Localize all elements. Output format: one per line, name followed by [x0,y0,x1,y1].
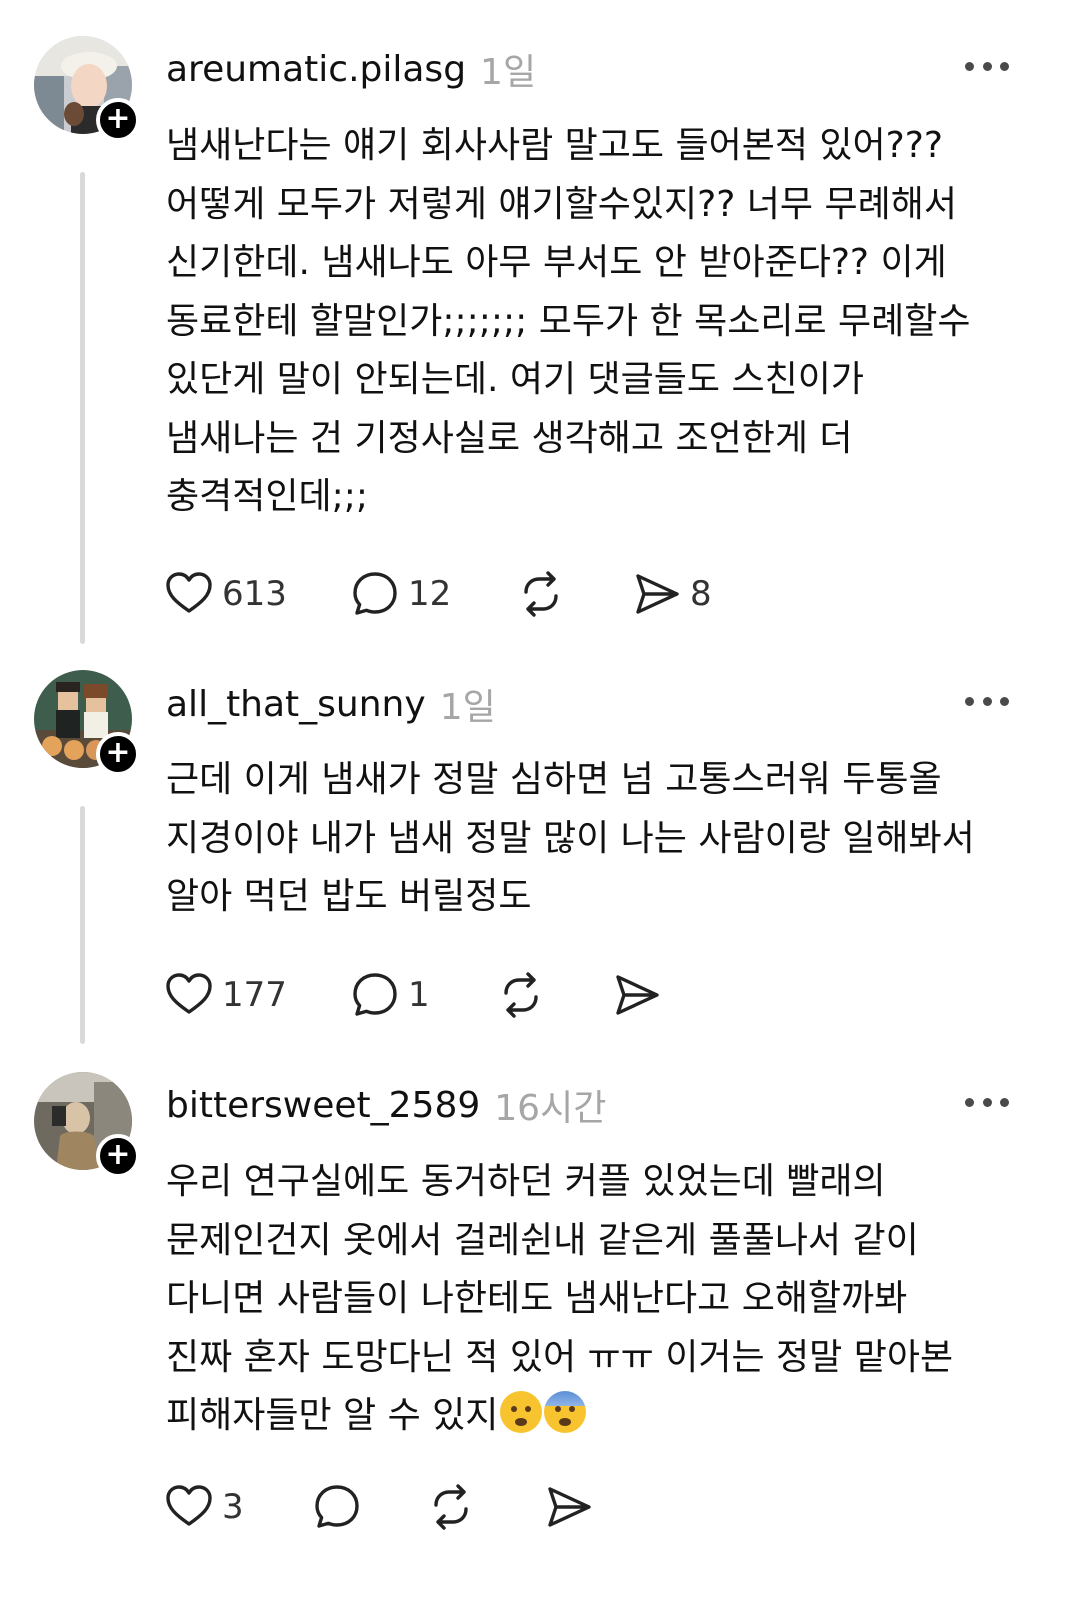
post-header: all_that_sunny 1일 [166,679,496,729]
reply-count: 12 [408,574,452,614]
like-button[interactable]: 3 [164,1481,244,1533]
repost-icon [524,571,558,617]
follow-plus-icon[interactable]: + [96,1134,140,1178]
like-count: 177 [222,975,287,1015]
reply-button[interactable] [312,1481,362,1533]
share-button[interactable] [612,969,662,1021]
avatar-container[interactable]: + [34,1072,140,1178]
timestamp: 16시간 [494,1088,607,1129]
more-options-icon[interactable] [965,56,1009,76]
username[interactable]: bittersweet_2589 [166,1085,480,1126]
reply-count: 1 [408,975,430,1015]
share-icon [616,975,659,1015]
share-icon [548,1487,591,1527]
timestamp: 1일 [439,687,496,728]
avatar-container[interactable]: + [34,670,140,776]
post-header: areumatic.pilasg 1일 [166,44,536,94]
share-button[interactable] [544,1481,594,1533]
username[interactable]: areumatic.pilasg [166,49,466,90]
timestamp: 1일 [480,52,537,93]
post-text: 냄새난다는 얘기 회사사람 말고도 들어본적 있어??? 어떻게 모두가 저렇게… [166,125,971,517]
loudly-crying-face-icon [500,1391,543,1433]
thread-line [80,806,85,1044]
share-button[interactable]: 8 [632,568,712,620]
post-text: 우리 연구실에도 동거하던 커플 있었는데 빨래의 문제인건지 옷에서 걸레쉰내… [166,1153,1026,1446]
comment-icon [353,973,397,1016]
fearful-face-icon [544,1391,587,1433]
username[interactable]: all_that_sunny [166,684,426,725]
share-icon [636,574,679,614]
avatar-container[interactable]: + [34,36,140,142]
comment-icon [353,572,397,615]
repost-icon [504,972,538,1018]
comment-icon [315,1485,359,1528]
like-count: 613 [222,574,287,614]
follow-plus-icon[interactable]: + [96,732,140,776]
thread-post: + areumatic.pilasg 1일 냄새난다는 얘기 회사사람 말고도 … [0,0,1079,650]
thread-line [80,172,85,644]
like-count: 3 [222,1487,244,1527]
like-button[interactable]: 177 [164,969,287,1021]
heart-icon [166,572,212,613]
repost-button[interactable] [496,969,546,1021]
share-count: 8 [690,574,712,614]
repost-icon [434,1484,468,1530]
thread-post: + bittersweet_2589 16시간 우리 연구실에도 동거하던 커플… [0,1050,1079,1607]
follow-plus-icon[interactable]: + [96,98,140,142]
like-button[interactable]: 613 [164,568,287,620]
more-options-icon[interactable] [965,1092,1009,1112]
post-header: bittersweet_2589 16시간 [166,1080,606,1130]
post-text: 근데 이게 냄새가 정말 심하면 넘 고통스러워 두통올 지경이야 내가 냄새 … [166,759,975,917]
repost-button[interactable] [516,568,566,620]
reply-button[interactable]: 12 [350,568,451,620]
reply-button[interactable]: 1 [350,969,430,1021]
repost-button[interactable] [426,1481,476,1533]
heart-icon [166,973,212,1014]
heart-icon [166,1485,212,1526]
thread-post: + all_that_sunny 1일 근데 이게 냄새가 정말 심하면 넘 고… [0,650,1079,1050]
more-options-icon[interactable] [965,691,1009,711]
